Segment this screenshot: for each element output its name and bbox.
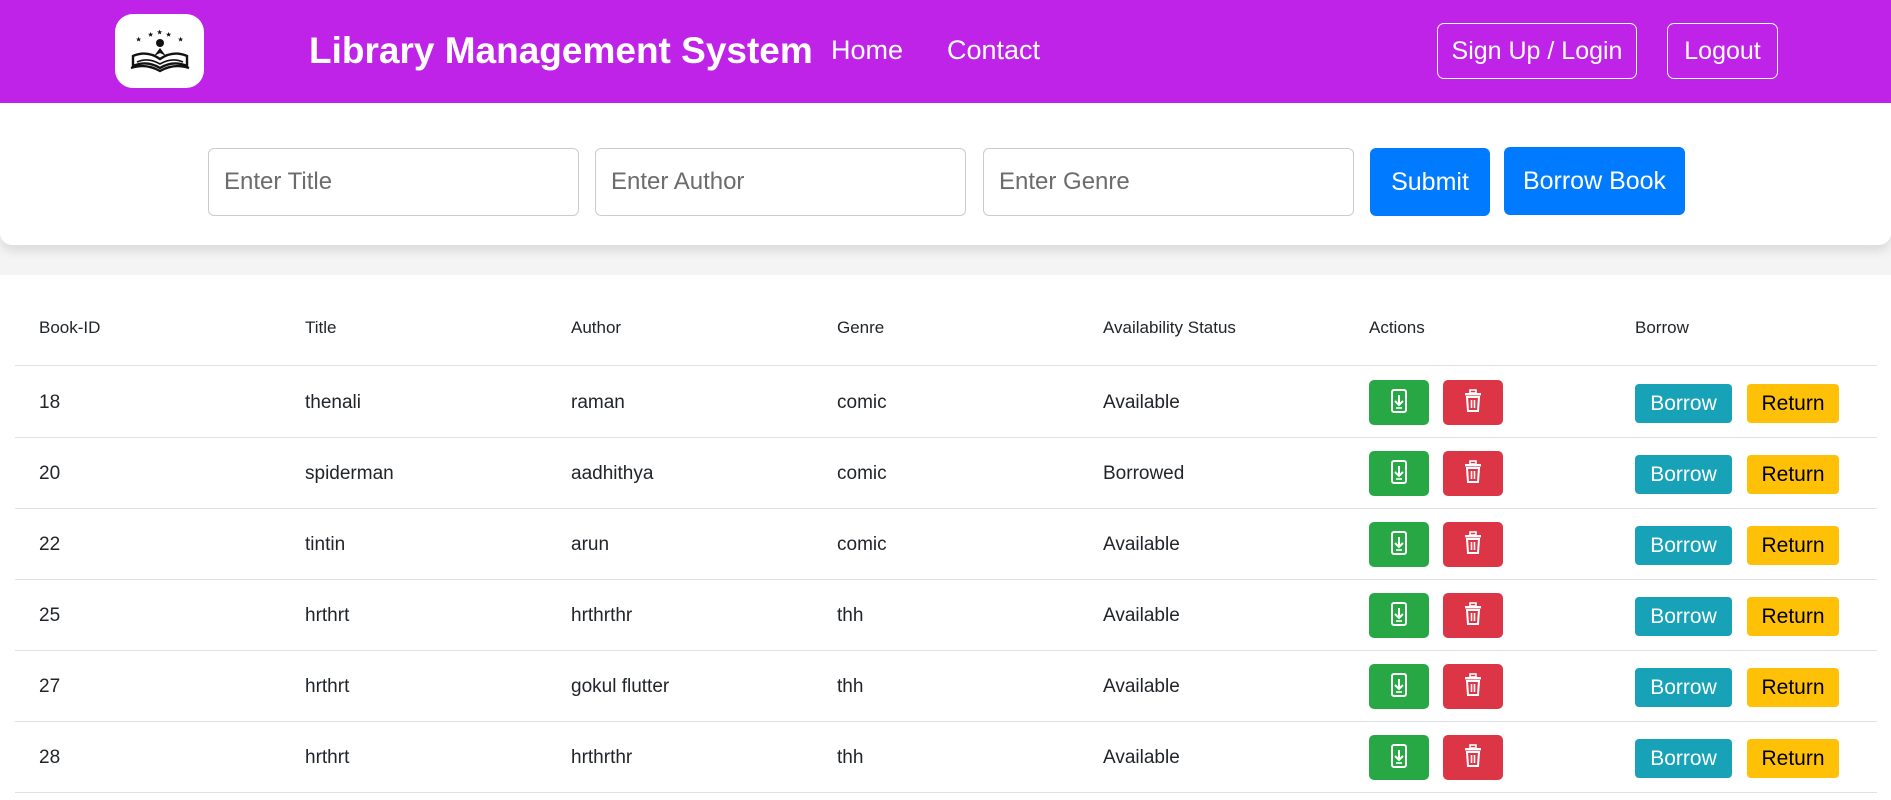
cell-title: tintin <box>305 534 346 555</box>
header-actions: Actions <box>1369 318 1425 337</box>
trash-icon <box>1463 744 1483 771</box>
cell-book-id: 20 <box>39 463 61 484</box>
signup-login-button[interactable]: Sign Up / Login <box>1437 23 1637 79</box>
logout-button[interactable]: Logout <box>1667 23 1778 79</box>
cell-genre: thh <box>837 676 864 697</box>
download-button[interactable] <box>1369 522 1429 567</box>
header-title: Title <box>305 318 337 337</box>
cell-book-id: 25 <box>39 605 61 626</box>
delete-button[interactable] <box>1443 451 1503 496</box>
cell-availability-status: Available <box>1103 392 1180 413</box>
cell-book-id: 22 <box>39 534 61 555</box>
table-row: 28 hrthrt hrthrthr thh Available Borrow Return <box>15 721 1877 793</box>
header-author: Author <box>571 318 622 337</box>
nav-link-contact[interactable]: Contact <box>947 33 1040 67</box>
library-logo-icon[interactable] <box>115 14 204 88</box>
return-button[interactable]: Return <box>1747 739 1839 778</box>
book-form: Submit Borrow Book <box>0 103 1891 245</box>
genre-input[interactable] <box>983 148 1354 216</box>
trash-icon <box>1463 531 1483 558</box>
delete-button[interactable] <box>1443 664 1503 709</box>
borrow-book-button[interactable]: Borrow Book <box>1504 147 1685 215</box>
cell-author: aadhithya <box>571 463 654 484</box>
trash-icon <box>1463 602 1483 629</box>
borrow-button[interactable]: Borrow <box>1635 739 1732 778</box>
cell-genre: comic <box>837 463 887 484</box>
download-button[interactable] <box>1369 593 1429 638</box>
table-row: 18 thenali raman comic Available Borrow Return <box>15 366 1877 438</box>
cell-author: hrthrthr <box>571 747 633 768</box>
trash-icon <box>1463 673 1483 700</box>
submit-button[interactable]: Submit <box>1370 148 1490 216</box>
cell-genre: thh <box>837 605 864 626</box>
nav-link-home[interactable]: Home <box>831 33 903 67</box>
cell-title: thenali <box>305 392 361 413</box>
cell-availability-status: Borrowed <box>1103 463 1185 484</box>
table-row: 25 hrthrt hrthrthr thh Available Borrow Return <box>15 579 1877 651</box>
table-row: 22 tintin arun comic Available Borrow Return <box>15 508 1877 580</box>
return-button[interactable]: Return <box>1747 668 1839 707</box>
header-book-id: Book-ID <box>39 318 101 337</box>
borrow-button[interactable]: Borrow <box>1635 455 1732 494</box>
cell-author: gokul flutter <box>571 676 670 697</box>
cell-availability-status: Available <box>1103 534 1180 555</box>
download-button[interactable] <box>1369 380 1429 425</box>
phone-download-icon <box>1389 673 1409 700</box>
borrow-button[interactable]: Borrow <box>1635 526 1732 565</box>
cell-availability-status: Available <box>1103 676 1180 697</box>
title-input[interactable] <box>208 148 579 216</box>
cell-title: hrthrt <box>305 676 350 697</box>
cell-genre: thh <box>837 747 864 768</box>
download-button[interactable] <box>1369 664 1429 709</box>
cell-availability-status: Available <box>1103 605 1180 626</box>
return-button[interactable]: Return <box>1747 597 1839 636</box>
borrow-button[interactable]: Borrow <box>1635 597 1732 636</box>
delete-button[interactable] <box>1443 735 1503 780</box>
phone-download-icon <box>1389 744 1409 771</box>
return-button[interactable]: Return <box>1747 526 1839 565</box>
delete-button[interactable] <box>1443 380 1503 425</box>
cell-book-id: 27 <box>39 676 61 697</box>
delete-button[interactable] <box>1443 522 1503 567</box>
cell-book-id: 28 <box>39 747 61 768</box>
cell-author: raman <box>571 392 625 413</box>
navbar: Library Management System Home Contact S… <box>0 0 1891 103</box>
phone-download-icon <box>1389 460 1409 487</box>
borrow-button[interactable]: Borrow <box>1635 668 1732 707</box>
table-row: 27 hrthrt gokul flutter thh Available Borrow R… <box>15 650 1877 722</box>
author-input[interactable] <box>595 148 966 216</box>
cell-genre: comic <box>837 392 887 413</box>
phone-download-icon <box>1389 531 1409 558</box>
header-genre: Genre <box>837 318 885 337</box>
cell-genre: comic <box>837 534 887 555</box>
download-button[interactable] <box>1369 735 1429 780</box>
cell-author: arun <box>571 534 610 555</box>
cell-availability-status: Available <box>1103 747 1180 768</box>
phone-download-icon <box>1389 389 1409 416</box>
cell-title: hrthrt <box>305 605 350 626</box>
cell-title: spiderman <box>305 463 394 484</box>
return-button[interactable]: Return <box>1747 455 1839 494</box>
cell-book-id: 18 <box>39 392 61 413</box>
cell-author: hrthrthr <box>571 605 633 626</box>
cell-title: hrthrt <box>305 747 350 768</box>
borrow-button[interactable]: Borrow <box>1635 384 1732 423</box>
download-button[interactable] <box>1369 451 1429 496</box>
header-borrow: Borrow <box>1635 318 1689 337</box>
trash-icon <box>1463 460 1483 487</box>
return-button[interactable]: Return <box>1747 384 1839 423</box>
header-availability-status: Availability Status <box>1103 318 1236 337</box>
phone-download-icon <box>1389 602 1409 629</box>
table-row: 20 spiderman aadhithya comic Borrowed Borrow R… <box>15 437 1877 509</box>
trash-icon <box>1463 389 1483 416</box>
books-table: Book-ID Title Author Genre Availability … <box>0 275 1891 800</box>
table-header-row: Book-ID Title Author Genre Availability … <box>15 275 1877 366</box>
delete-button[interactable] <box>1443 593 1503 638</box>
brand-title: Library Management System <box>309 30 813 71</box>
